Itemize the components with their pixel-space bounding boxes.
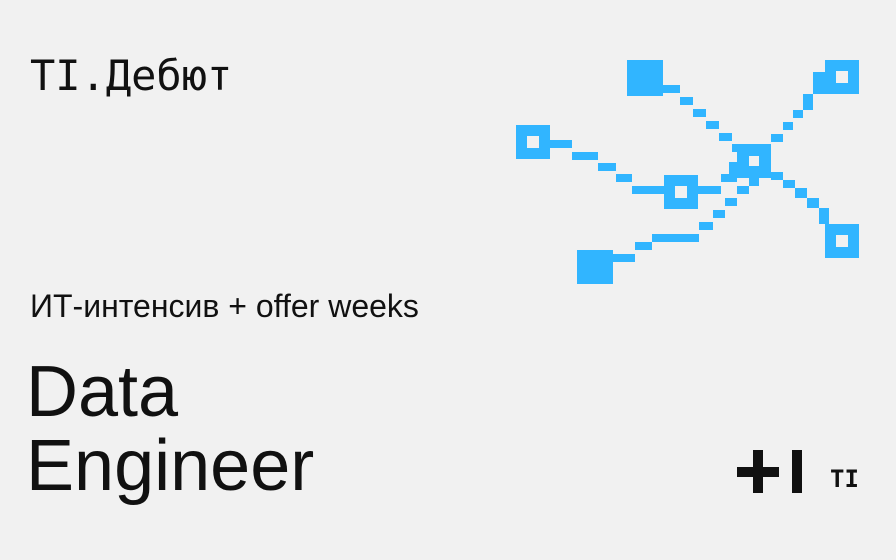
course-title-line-2: Engineer bbox=[26, 426, 315, 506]
network-graph-icon bbox=[516, 60, 859, 284]
course-title-line-1: Data bbox=[26, 352, 179, 432]
intensive-subtitle: ИТ-интенсив + offer weeks bbox=[30, 288, 419, 324]
network-node bbox=[577, 250, 613, 284]
ti-logo-text: TI bbox=[830, 465, 859, 493]
course-title: Data Engineer bbox=[26, 355, 314, 503]
network-node bbox=[627, 60, 663, 96]
brand-logo: TI.Дебют bbox=[30, 51, 233, 100]
